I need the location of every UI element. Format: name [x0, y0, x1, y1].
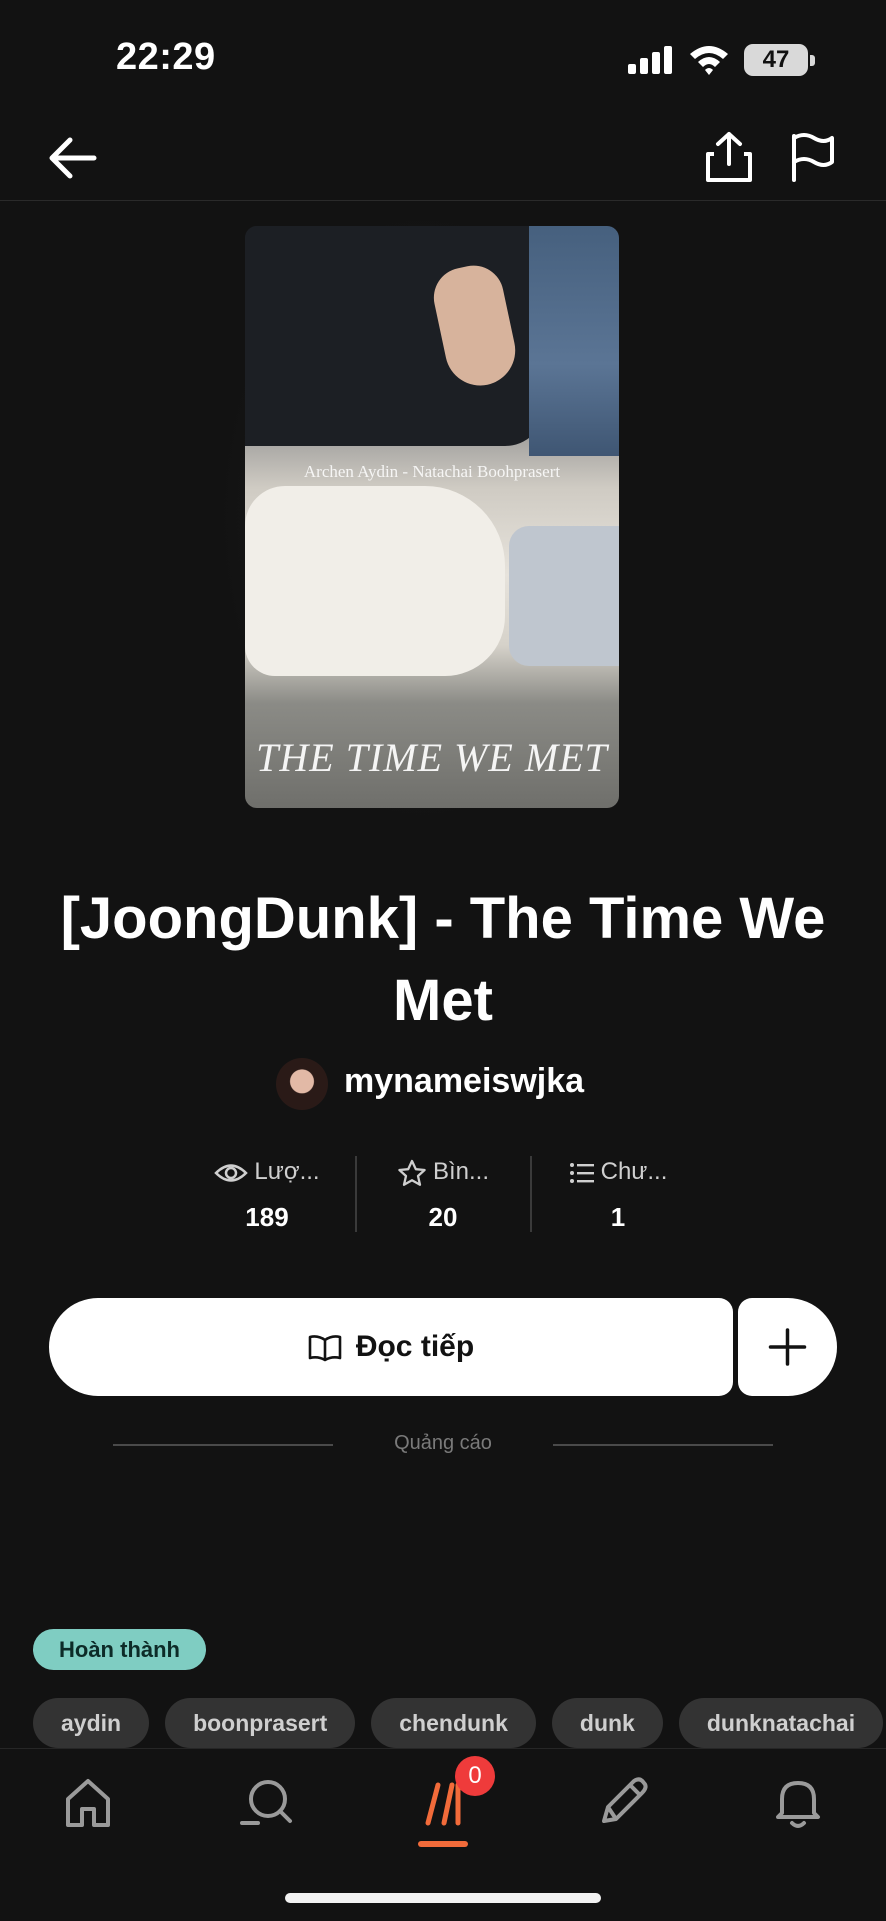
stat-reads-label-row: Lượ...: [180, 1158, 354, 1192]
cover-title: THE TIME WE MET: [256, 735, 608, 780]
share-icon[interactable]: [704, 130, 754, 184]
author-name[interactable]: mynameiswjka: [344, 1062, 584, 1101]
stat-reads-label: Lượ...: [254, 1158, 320, 1185]
add-to-library-button[interactable]: [738, 1298, 837, 1396]
stat-parts[interactable]: Chư... 1: [531, 1150, 705, 1240]
cover-art-pants: [509, 526, 619, 666]
stat-parts-label-row: Chư...: [531, 1158, 705, 1192]
plus-icon: [768, 1328, 807, 1366]
stat-reads-value: 189: [245, 1202, 289, 1232]
back-arrow-icon[interactable]: [44, 134, 100, 182]
list-icon: [569, 1162, 594, 1183]
battery-icon: 47: [744, 44, 808, 76]
home-indicator: [285, 1893, 601, 1903]
tag-list: aydin boonprasert chendunk dunk dunknatachai: [33, 1698, 886, 1748]
tag-chip[interactable]: boonprasert: [165, 1698, 356, 1748]
story-title: [JoongDunk] - The Time We Met: [60, 886, 826, 1033]
report-flag-icon[interactable]: [788, 132, 836, 182]
book-open-icon: [308, 1335, 342, 1362]
active-tab-indicator: [418, 1841, 468, 1847]
home-icon[interactable]: [58, 1773, 118, 1833]
wifi-icon: [690, 46, 728, 75]
story-stats: Lượ... 189 Bìn... 20 Chư... 1: [0, 1150, 886, 1240]
cover-art-blanket: [245, 486, 505, 676]
eye-icon: [214, 1163, 249, 1182]
cover-art-jeans: [529, 226, 619, 456]
tag-chip[interactable]: aydin: [33, 1698, 150, 1748]
write-icon[interactable]: [592, 1773, 652, 1833]
continue-reading-label: Đọc tiếp: [355, 1330, 475, 1363]
ad-divider-right: [553, 1444, 773, 1446]
search-icon[interactable]: [236, 1773, 296, 1833]
continue-reading-label-row: Đọc tiếp: [49, 1298, 733, 1396]
battery-tip: [810, 55, 815, 66]
book-cover: Archen Aydin - Natachai Boohprasert THE …: [245, 226, 619, 808]
author-row[interactable]: mynameiswjka: [0, 1056, 886, 1112]
status-bar: 22:29 47: [0, 0, 886, 110]
avatar[interactable]: [276, 1058, 328, 1110]
top-nav: [0, 110, 886, 201]
tag-chip[interactable]: chendunk: [371, 1698, 536, 1748]
stat-parts-label: Chư...: [600, 1158, 668, 1185]
clock: 22:29: [116, 36, 216, 78]
stat-votes-label-row: Bìn...: [356, 1158, 530, 1192]
cover-author-line: Archen Aydin - Natachai Boohprasert: [303, 462, 561, 481]
signal-icon: [628, 46, 672, 74]
continue-reading-button[interactable]: Đọc tiếp: [49, 1298, 733, 1396]
stat-votes[interactable]: Bìn... 20: [356, 1150, 530, 1240]
tag-chip[interactable]: dunk: [551, 1698, 663, 1748]
star-icon: [398, 1159, 426, 1186]
stat-reads[interactable]: Lượ... 189: [180, 1150, 354, 1240]
library-badge: 0: [455, 1756, 495, 1796]
completed-badge: Hoàn thành: [33, 1629, 206, 1670]
tag-chip[interactable]: dunknatachai: [678, 1698, 884, 1748]
stat-votes-value: 20: [428, 1202, 458, 1232]
battery-level: 47: [762, 46, 790, 73]
stat-votes-label: Bìn...: [432, 1158, 490, 1185]
bell-icon[interactable]: [768, 1773, 828, 1833]
stat-parts-value: 1: [610, 1202, 626, 1232]
